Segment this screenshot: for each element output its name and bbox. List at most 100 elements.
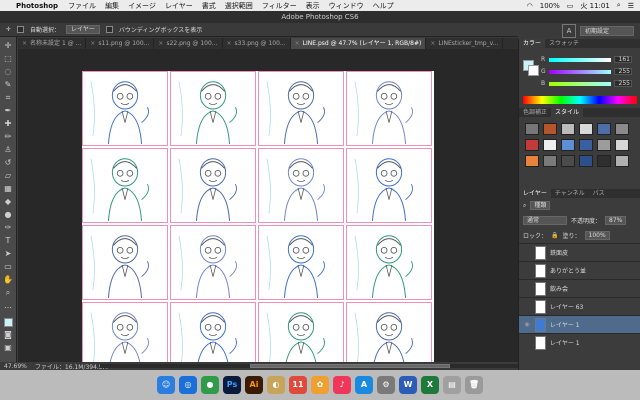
style-swatch[interactable]: [561, 139, 575, 151]
doc-tab[interactable]: × s11.png @ 100...: [86, 38, 155, 49]
dock-icon-excel[interactable]: X: [421, 376, 439, 394]
dock-icon-chrome[interactable]: ●: [201, 376, 219, 394]
style-swatch[interactable]: [597, 155, 611, 167]
type-tool-icon[interactable]: T: [3, 236, 14, 246]
auto-select-checkbox[interactable]: [17, 26, 25, 33]
eraser-tool-icon[interactable]: ▱: [3, 171, 14, 181]
style-swatch[interactable]: [525, 155, 539, 167]
healing-brush-icon[interactable]: ✚: [3, 119, 14, 129]
menu-edit[interactable]: 編集: [105, 1, 119, 11]
blue-slider[interactable]: [549, 81, 611, 86]
auto-select-dropdown[interactable]: レイヤー: [66, 25, 100, 34]
menu-layer[interactable]: レイヤー: [165, 1, 193, 11]
doc-tab-active[interactable]: × LINE.psd @ 47.7% (レイヤー 1, RGB/8#): [290, 38, 427, 49]
layer-row[interactable]: レイヤー 1: [519, 333, 640, 351]
battery-icon[interactable]: ▭: [567, 2, 574, 10]
zoom-tool-icon[interactable]: ⌕: [3, 288, 14, 298]
layer-name[interactable]: ありがとう並: [550, 266, 586, 275]
screen-mode-icon[interactable]: ▣: [3, 343, 14, 353]
path-select-icon[interactable]: ➤: [3, 249, 14, 259]
pen-tool-icon[interactable]: ✑: [3, 223, 14, 233]
canvas-area[interactable]: [18, 49, 518, 362]
layer-name[interactable]: レイヤー 1: [550, 338, 580, 347]
red-value[interactable]: 161: [614, 56, 632, 63]
marquee-tool-icon[interactable]: ⬚: [3, 54, 14, 64]
style-swatch[interactable]: [543, 139, 557, 151]
style-swatch[interactable]: [579, 139, 593, 151]
dock-icon-preview[interactable]: ◐: [267, 376, 285, 394]
crop-tool-icon[interactable]: ⌗: [3, 93, 14, 103]
tab-adjustments[interactable]: 色調補正: [519, 108, 551, 117]
dock-icon-app-store[interactable]: A: [355, 376, 373, 394]
quick-select-icon[interactable]: ✎: [3, 80, 14, 90]
close-icon[interactable]: ×: [90, 40, 95, 47]
menu-file[interactable]: ファイル: [68, 1, 96, 11]
green-value[interactable]: 255: [614, 68, 632, 75]
bbox-checkbox[interactable]: [105, 26, 113, 33]
dodge-tool-icon[interactable]: ●: [3, 210, 14, 220]
type-panel-icon[interactable]: A: [562, 24, 576, 38]
menu-type[interactable]: 書式: [202, 1, 216, 11]
layer-row[interactable]: レイヤー 63: [519, 297, 640, 315]
visibility-eye-icon[interactable]: [523, 339, 531, 347]
dock-icon-prefs[interactable]: ⚙: [377, 376, 395, 394]
doc-tab[interactable]: × s33.png @ 100...: [223, 38, 291, 49]
tab-paths[interactable]: パス: [589, 189, 609, 198]
style-swatch[interactable]: [543, 155, 557, 167]
tab-channels[interactable]: チャンネル: [551, 189, 589, 198]
style-swatch[interactable]: [561, 155, 575, 167]
move-tool-icon[interactable]: ✛: [6, 26, 11, 33]
hand-tool-icon[interactable]: ✋: [3, 275, 14, 285]
move-tool-icon[interactable]: ✛: [3, 41, 14, 51]
blend-mode-dropdown[interactable]: 通常: [523, 216, 567, 225]
menu-list-icon[interactable]: ☰: [628, 2, 634, 10]
style-swatch[interactable]: [525, 139, 539, 151]
visibility-eye-icon[interactable]: [523, 303, 531, 311]
tab-styles[interactable]: スタイル: [551, 108, 584, 117]
doc-tab[interactable]: × LINEsticker_tmp_v...: [426, 38, 504, 49]
layer-name[interactable]: レイヤー 63: [550, 302, 583, 311]
dock-icon-photos[interactable]: ✿: [311, 376, 329, 394]
fill-field[interactable]: 100%: [584, 231, 610, 240]
dock-icon-music[interactable]: ♪: [333, 376, 351, 394]
dock-icon-calendar[interactable]: 11: [289, 376, 307, 394]
dock-icon-folder[interactable]: ▤: [443, 376, 461, 394]
style-swatch[interactable]: [579, 155, 593, 167]
style-swatch[interactable]: [525, 123, 539, 135]
document-canvas[interactable]: [82, 71, 434, 362]
style-swatch[interactable]: [615, 123, 629, 135]
brush-tool-icon[interactable]: ✏: [3, 132, 14, 142]
layer-row[interactable]: ◉ レイヤー 1: [519, 315, 640, 333]
menu-image[interactable]: イメージ: [128, 1, 156, 11]
lock-icon[interactable]: 🔒: [551, 232, 558, 239]
dock-icon-word[interactable]: W: [399, 376, 417, 394]
close-icon[interactable]: ×: [295, 40, 300, 47]
style-swatch[interactable]: [561, 123, 575, 135]
clock[interactable]: 火 11:01: [580, 1, 609, 11]
tab-color[interactable]: カラー: [519, 39, 546, 48]
close-icon[interactable]: ×: [22, 40, 27, 47]
visibility-eye-icon[interactable]: [523, 267, 531, 275]
doc-tab[interactable]: × 名称未設定 1 @ ...: [18, 38, 87, 49]
visibility-eye-icon[interactable]: [523, 249, 531, 257]
menu-view[interactable]: 表示: [306, 1, 320, 11]
eyedropper-icon[interactable]: ✒: [3, 106, 14, 116]
close-icon[interactable]: ×: [158, 40, 163, 47]
search-icon[interactable]: ⌕: [617, 1, 621, 10]
quick-mask-icon[interactable]: ◙: [3, 330, 14, 340]
close-icon[interactable]: ×: [430, 40, 435, 47]
app-menu[interactable]: Photoshop: [16, 2, 58, 10]
foreground-color-swatch[interactable]: [3, 318, 13, 327]
dock-icon-ps[interactable]: Ps: [223, 376, 241, 394]
style-swatch[interactable]: [579, 123, 593, 135]
history-brush-icon[interactable]: ↺: [3, 158, 14, 168]
background-color[interactable]: [528, 65, 539, 76]
horizontal-scrollbar[interactable]: [100, 364, 518, 368]
style-swatch[interactable]: [615, 155, 629, 167]
red-slider[interactable]: [549, 57, 611, 62]
layer-row[interactable]: 飲み会: [519, 279, 640, 297]
style-swatch[interactable]: [615, 139, 629, 151]
tab-swatches[interactable]: スウォッチ: [545, 39, 583, 48]
wifi-icon[interactable]: ◠: [527, 2, 533, 10]
menu-filter[interactable]: フィルター: [262, 1, 297, 11]
